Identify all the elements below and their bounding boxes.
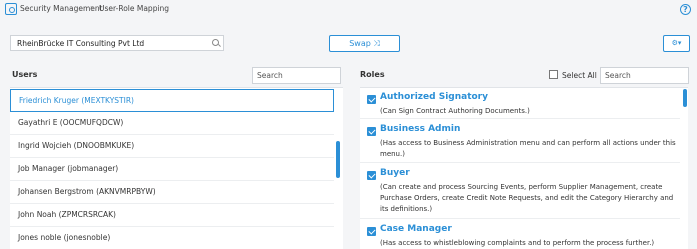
- search-icon[interactable]: [212, 39, 219, 46]
- role-item[interactable]: Buyer (Can create and process Sourcing E…: [360, 165, 680, 219]
- user-row[interactable]: Gayathri E (OOCMUFQDCW): [10, 112, 334, 135]
- roles-list: Authorized Signatory (Can Sign Contract …: [360, 87, 688, 249]
- role-checkbox[interactable]: [367, 227, 376, 236]
- role-name: Business Admin: [380, 124, 461, 134]
- select-all-checkbox[interactable]: [549, 70, 558, 79]
- users-search-input[interactable]: Search: [252, 67, 341, 84]
- role-checkbox[interactable]: [367, 95, 376, 104]
- user-row[interactable]: Johansen Bergstrom (AKNVMRPBYW): [10, 181, 334, 204]
- user-row[interactable]: Jones noble (jonesnoble): [10, 227, 334, 249]
- user-row[interactable]: Job Manager (jobmanager): [10, 158, 334, 181]
- user-row[interactable]: Friedrich Kruger (MEXTKYSTIR): [10, 89, 334, 112]
- swap-button[interactable]: Swap ⤨: [329, 35, 400, 52]
- organization-field[interactable]: RheinBrücke IT Consulting Pvt Ltd: [10, 35, 224, 51]
- top-bar: Security Management › User-Role Mapping …: [0, 0, 697, 22]
- users-list: Friedrich Kruger (MEXTKYSTIR) Gayathri E…: [10, 87, 343, 249]
- role-description: (Can create and process Sourcing Events,…: [380, 183, 674, 213]
- organization-value: RheinBrücke IT Consulting Pvt Ltd: [17, 39, 145, 48]
- role-checkbox[interactable]: [367, 171, 376, 180]
- role-description: (Has access to Business Administration m…: [380, 139, 676, 158]
- roles-label: Roles: [360, 70, 385, 79]
- users-scrollbar[interactable]: [336, 141, 340, 178]
- role-name: Buyer: [380, 168, 410, 178]
- user-row[interactable]: Ingrid Wojcieh (DNOOBMKUKE): [10, 135, 334, 158]
- breadcrumb-current: User-Role Mapping: [99, 4, 170, 13]
- role-item[interactable]: Business Admin (Has access to Business A…: [360, 121, 680, 163]
- roles-scrollbar[interactable]: [683, 89, 687, 107]
- breadcrumb-chevron-icon: ›: [90, 3, 94, 12]
- roles-search-input[interactable]: Search: [600, 67, 689, 84]
- security-app-icon: [5, 3, 17, 15]
- users-label: Users: [12, 70, 38, 79]
- role-description: (Can Sign Contract Authoring Documents.): [380, 107, 530, 115]
- user-row[interactable]: John Noah (ZPMCRSRCAK): [10, 204, 334, 227]
- settings-button[interactable]: ⚙▾: [663, 35, 690, 52]
- select-all-label: Select All: [562, 71, 597, 80]
- role-description: (Has access to whistleblowing complaints…: [380, 239, 655, 247]
- role-name: Case Manager: [380, 224, 452, 234]
- role-item[interactable]: Authorized Signatory (Can Sign Contract …: [360, 89, 680, 119]
- role-name: Authorized Signatory: [380, 92, 488, 102]
- help-icon[interactable]: ?: [680, 4, 691, 15]
- role-checkbox[interactable]: [367, 127, 376, 136]
- role-item[interactable]: Case Manager (Has access to whistleblowi…: [360, 221, 680, 249]
